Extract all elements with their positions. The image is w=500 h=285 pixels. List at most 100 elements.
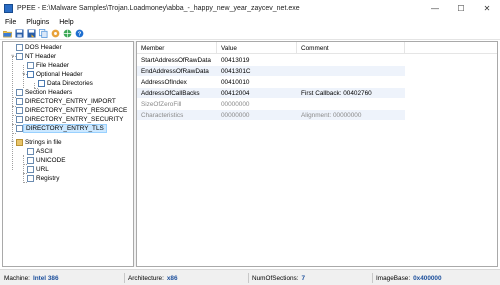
- document-icon: [27, 148, 34, 155]
- document-icon: [16, 98, 23, 105]
- tree-item-label: DIRECTORY_ENTRY_RESOURCE: [25, 107, 128, 114]
- member-cell: SizeOfZeroFill: [141, 100, 182, 108]
- status-imagebase: ImageBase: 0x400000: [376, 270, 442, 285]
- table-row[interactable]: EndAddressOfRawData 0041301C: [137, 66, 405, 76]
- document-icon: [16, 125, 23, 132]
- status-architecture-label: Architecture:: [128, 274, 164, 282]
- menu-file[interactable]: File: [0, 19, 21, 26]
- value-cell: 00000000: [221, 111, 250, 119]
- tree-item-label: Strings in file: [25, 139, 62, 146]
- save-as-icon[interactable]: [26, 29, 36, 38]
- tree-item-label: Section Headers: [25, 89, 73, 96]
- document-icon: [16, 44, 23, 51]
- table-row[interactable]: SizeOfZeroFill 00000000: [137, 99, 405, 109]
- help-icon[interactable]: ?: [74, 29, 84, 38]
- open-folder-icon[interactable]: [2, 29, 12, 38]
- tree-item-label: Registry: [36, 175, 60, 182]
- tree-connector: [12, 133, 16, 134]
- tree-connector: [23, 155, 24, 183]
- tree-item-optional-header[interactable]: Optional Header: [27, 70, 83, 79]
- svg-text:?: ?: [77, 32, 81, 38]
- document-icon: [27, 175, 34, 182]
- comment-cell: [297, 99, 301, 109]
- document-icon: [27, 157, 34, 164]
- value-cell: 0041301C: [221, 67, 251, 75]
- minimize-button[interactable]: —: [422, 0, 448, 16]
- menu-bar: File Plugins Help: [0, 16, 500, 28]
- column-header-value[interactable]: Value: [217, 42, 297, 54]
- tree-item-directory-security[interactable]: DIRECTORY_ENTRY_SECURITY: [16, 115, 123, 124]
- tree-item-strings[interactable]: Strings in file: [16, 138, 62, 147]
- tree-item-section-headers[interactable]: Section Headers: [16, 88, 72, 97]
- collapse-icon[interactable]: −: [9, 52, 16, 59]
- collapse-icon[interactable]: −: [9, 138, 16, 145]
- globe-icon[interactable]: [62, 29, 72, 38]
- tree-item-label: UNICODE: [36, 157, 66, 164]
- status-divider: [248, 273, 249, 283]
- document-icon: [27, 62, 34, 69]
- table-row[interactable]: AddressOfCallBacks 00412004 First Callba…: [137, 88, 405, 98]
- member-cell: StartAddressOfRawData: [141, 56, 211, 64]
- tree-item-label: DIRECTORY_ENTRY_IMPORT: [25, 98, 116, 105]
- menu-help[interactable]: Help: [54, 19, 78, 26]
- document-icon: [16, 53, 23, 60]
- document-icon: [16, 107, 23, 114]
- status-machine-label: Machine:: [4, 274, 30, 282]
- status-machine: Machine: Intel 386: [4, 270, 59, 285]
- tree-item-nt-header[interactable]: NT Header: [16, 52, 56, 61]
- comment-cell: [297, 66, 301, 76]
- member-cell: AddressOfIndex: [141, 78, 187, 86]
- document-icon: [27, 166, 34, 173]
- tree-item-label: Optional Header: [36, 71, 83, 78]
- status-sections-label: NumOfSections:: [252, 274, 299, 282]
- tree-item-dos-header[interactable]: DOS Header: [16, 43, 62, 52]
- tree-panel[interactable]: − − − DOS Header NT Header File Header O…: [2, 41, 134, 267]
- comment-cell: First Callback: 00402760: [301, 89, 372, 97]
- tree-item-ascii[interactable]: ASCII: [27, 147, 53, 156]
- column-header-member[interactable]: Member: [137, 42, 217, 54]
- value-cell: 00000000: [221, 100, 250, 108]
- collapse-icon[interactable]: −: [20, 70, 27, 77]
- toolbar: ?: [0, 28, 500, 40]
- status-sections: NumOfSections: 7: [252, 270, 305, 285]
- status-architecture-value: x86: [166, 274, 178, 282]
- document-icon: [16, 89, 23, 96]
- status-divider: [124, 273, 125, 283]
- save-icon[interactable]: [14, 29, 24, 38]
- comment-cell: [297, 77, 301, 87]
- status-architecture: Architecture: x86: [128, 270, 178, 285]
- tree-item-data-directories[interactable]: Data Directories: [38, 79, 93, 88]
- details-list[interactable]: Member Value Comment StartAddressOfRawDa…: [136, 41, 498, 267]
- tree-item-label: DIRECTORY_ENTRY_TLS: [23, 124, 107, 133]
- table-row[interactable]: AddressOfIndex 00410010: [137, 77, 405, 87]
- tree-item-label: DIRECTORY_ENTRY_SECURITY: [25, 116, 124, 123]
- status-bar: Machine: Intel 386 Architecture: x86 Num…: [0, 269, 500, 285]
- tree-item-label: NT Header: [25, 53, 57, 60]
- status-imagebase-value: 0x400000: [413, 274, 442, 282]
- status-imagebase-label: ImageBase:: [376, 274, 411, 282]
- tree-item-unicode[interactable]: UNICODE: [27, 156, 65, 165]
- maximize-button[interactable]: ☐: [448, 0, 474, 16]
- tree-item-directory-tls[interactable]: DIRECTORY_ENTRY_TLS: [16, 124, 107, 133]
- table-row[interactable]: Characteristics 00000000 Alignment: 0000…: [137, 110, 405, 120]
- column-header-comment[interactable]: Comment: [297, 42, 405, 54]
- tree-item-url[interactable]: URL: [27, 165, 49, 174]
- menu-plugins[interactable]: Plugins: [21, 19, 54, 26]
- table-icon: [27, 71, 34, 78]
- tree-connector: [12, 56, 13, 170]
- close-button[interactable]: ✕: [474, 0, 500, 16]
- status-sections-value: 7: [301, 274, 306, 282]
- tree-item-directory-resource[interactable]: DIRECTORY_ENTRY_RESOURCE: [16, 106, 127, 115]
- tree-item-directory-import[interactable]: DIRECTORY_ENTRY_IMPORT: [16, 97, 116, 106]
- copy-icon[interactable]: [38, 29, 48, 38]
- status-divider: [372, 273, 373, 283]
- folder-icon: [16, 139, 23, 146]
- settings-icon[interactable]: [50, 29, 60, 38]
- tree-item-registry[interactable]: Registry: [27, 174, 59, 183]
- table-row[interactable]: StartAddressOfRawData 00413019: [137, 55, 405, 65]
- status-machine-value: Intel 386: [32, 274, 59, 282]
- tree-item-label: ASCII: [36, 148, 53, 155]
- comment-cell: Alignment: 00000000: [301, 111, 362, 119]
- comment-cell: [297, 55, 301, 65]
- tree-item-file-header[interactable]: File Header: [27, 61, 69, 70]
